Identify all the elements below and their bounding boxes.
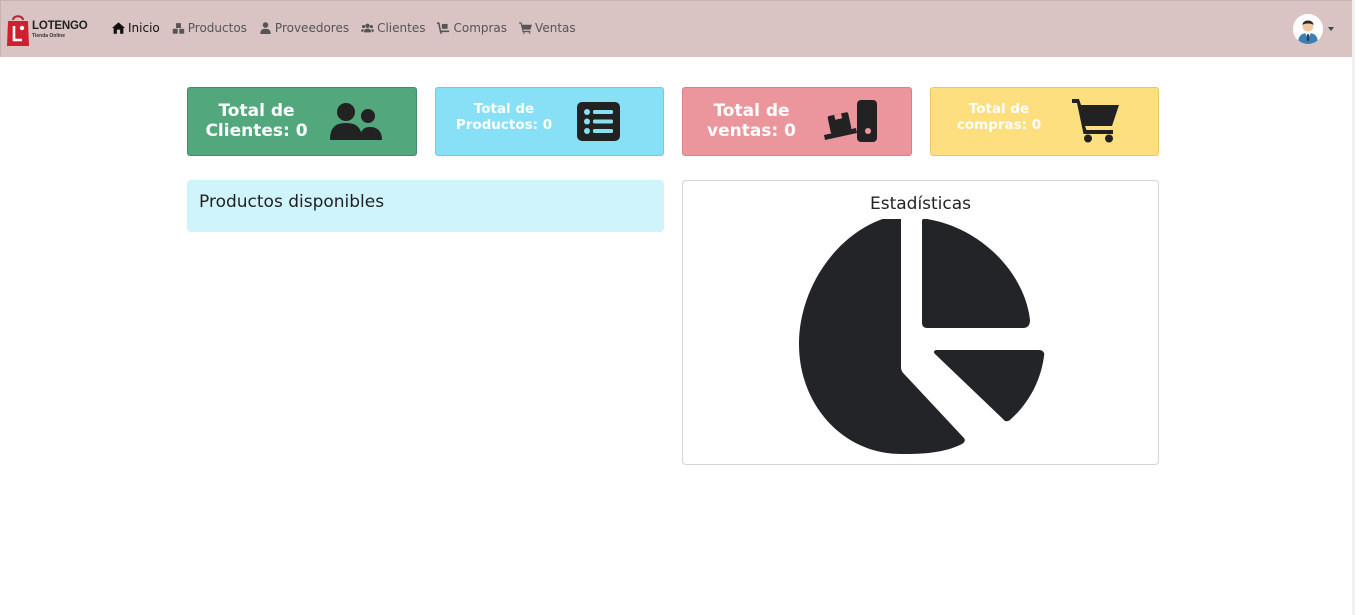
- users-icon: [361, 23, 375, 33]
- avatar-icon: [1293, 14, 1323, 44]
- card-total-clientes: Total de Clientes: 0: [187, 87, 417, 156]
- card-label: Total de Productos: 0: [436, 101, 572, 133]
- available-products-panel: Productos disponibles: [187, 180, 664, 232]
- card-label: Total de Clientes: 0: [188, 101, 325, 142]
- card-total-compras: Total de compras: 0: [930, 87, 1159, 156]
- boxes-icon: [172, 23, 184, 34]
- brand-logo-icon: [7, 15, 29, 46]
- nav-item-productos[interactable]: Productos: [172, 21, 247, 35]
- user-tie-icon: [260, 22, 271, 34]
- user-menu[interactable]: [1293, 14, 1334, 44]
- user-avatar[interactable]: [1293, 14, 1323, 44]
- list-icon: [577, 102, 620, 141]
- card-line1: Total de: [218, 101, 295, 121]
- users-icon: [330, 103, 382, 140]
- nav-item-clientes[interactable]: Clientes: [361, 21, 425, 35]
- dolly-icon: [437, 22, 450, 34]
- cart-icon: [1072, 99, 1119, 143]
- card-line2: ventas: 0: [707, 121, 796, 142]
- card-total-productos: Total de Productos: 0: [435, 87, 664, 156]
- card-line2: Clientes: 0: [205, 121, 308, 142]
- nav-label: Ventas: [535, 21, 576, 35]
- nav-item-ventas[interactable]: Ventas: [519, 21, 576, 35]
- dashboard-page: LOTENGO Tienda Online Inicio Productos P…: [0, 0, 1355, 615]
- nav-item-proveedores[interactable]: Proveedores: [259, 21, 349, 35]
- card-line1: Total de: [713, 101, 790, 121]
- dolly-icon: [824, 100, 877, 142]
- panel-title: Estadísticas: [869, 194, 972, 214]
- card-line1: Total de: [473, 101, 535, 117]
- card-label: Total de compras: 0: [931, 101, 1067, 133]
- nav-label: Proveedores: [274, 21, 350, 35]
- chevron-down-icon[interactable]: [1328, 27, 1334, 31]
- card-line2: Productos: 0: [455, 117, 553, 134]
- top-navbar: LOTENGO Tienda Online Inicio Productos P…: [0, 0, 1352, 57]
- statistics-panel: Estadísticas: [682, 180, 1159, 465]
- nav-label: Compras: [453, 21, 508, 35]
- nav-label: Productos: [187, 21, 247, 35]
- card-line2: compras: 0: [956, 117, 1042, 134]
- brand-tagline: Tienda Online: [32, 33, 65, 40]
- card-line1: Total de: [968, 101, 1030, 117]
- card-total-ventas: Total de ventas: 0: [682, 87, 912, 156]
- pie-chart-icon: [799, 219, 1045, 454]
- brand-name: LOTENGO: [32, 19, 88, 32]
- nav-label: Clientes: [377, 21, 426, 35]
- cart-icon: [519, 22, 533, 34]
- home-icon: [112, 22, 125, 34]
- panel-title: Productos disponibles: [199, 192, 385, 212]
- nav-label: Inicio: [128, 21, 160, 35]
- nav-item-compras[interactable]: Compras: [437, 21, 507, 35]
- brand[interactable]: LOTENGO Tienda Online: [7, 14, 88, 46]
- nav-item-inicio[interactable]: Inicio: [112, 21, 160, 35]
- card-label: Total de ventas: 0: [683, 101, 820, 142]
- main-nav: Inicio Productos Proveedores Clientes Co…: [112, 21, 588, 35]
